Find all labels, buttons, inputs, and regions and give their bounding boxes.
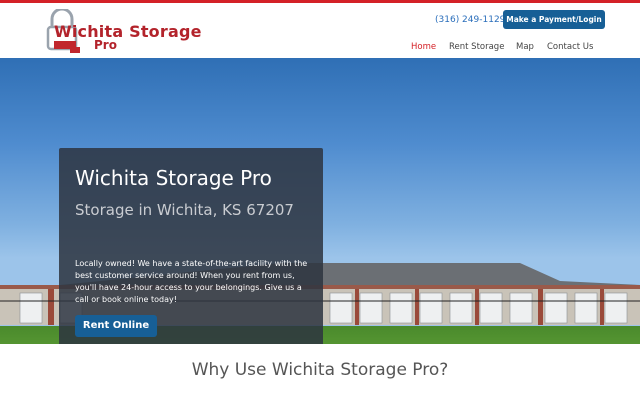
phone-link[interactable]: (316) 249-1129 [435, 15, 505, 25]
hero-title: Wichita Storage Pro [75, 166, 272, 190]
nav-item-map[interactable]: Map [516, 42, 534, 52]
hero-banner: Wichita Storage Pro Storage in Wichita, … [0, 58, 640, 344]
hero-description: Locally owned! We have a state-of-the-ar… [75, 259, 308, 304]
logo-text: Wichita Storage [54, 22, 202, 41]
site-header: Wichita Storage Pro (316) 249-1129 Make … [0, 3, 640, 58]
nav-item-home[interactable]: Home [411, 42, 436, 52]
make-payment-button[interactable]: Make a Payment/Login [503, 10, 605, 29]
section-heading: Why Use Wichita Storage Pro? [191, 360, 449, 380]
nav-item-contact-us[interactable]: Contact Us [547, 42, 593, 52]
hero-info-card: Wichita Storage Pro Storage in Wichita, … [59, 148, 323, 344]
main-nav: Home Rent Storage Map Contact Us [0, 42, 640, 56]
nav-item-rent-storage[interactable]: Rent Storage [449, 42, 504, 52]
hero-subtitle: Storage in Wichita, KS 67207 [75, 201, 294, 219]
rent-online-button[interactable]: Rent Online [75, 315, 157, 337]
